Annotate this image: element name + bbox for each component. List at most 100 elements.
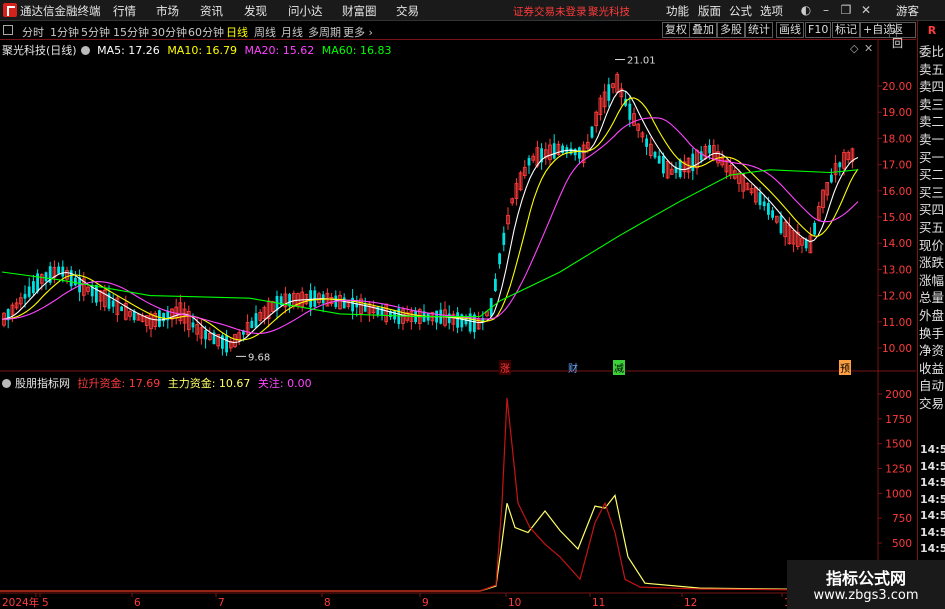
price-tick-label: 18.00 — [882, 133, 912, 145]
ma60-label: MA60: 16.83 — [321, 44, 392, 57]
candle-body-down — [830, 174, 833, 183]
period-intraday[interactable]: 分时 — [22, 24, 44, 40]
side-field-label[interactable]: 自动 — [919, 377, 945, 394]
ma10-line — [2, 97, 859, 341]
diamond-icon[interactable]: ◇ — [850, 42, 858, 55]
side-field-label: 收益 — [919, 360, 945, 376]
menu-quotes[interactable]: 行情 — [113, 3, 136, 19]
indicator-settings-icon[interactable] — [2, 379, 11, 388]
time-axis-label: 11 — [592, 597, 605, 609]
side-field-label: 卖四 — [919, 79, 945, 95]
side-field-label[interactable]: 交易 — [919, 395, 945, 412]
menu-trade[interactable]: 交易 — [396, 3, 419, 19]
side-field-label: 卖五 — [919, 61, 945, 77]
close-small-icon[interactable]: ✕ — [864, 42, 873, 55]
candle-body-down — [758, 192, 762, 206]
indicator-tick-label: 2000 — [885, 389, 912, 401]
side-field-label: 卖一 — [919, 132, 945, 147]
event-flag-forecast[interactable]: 预 — [839, 360, 851, 375]
period-monthly[interactable]: 月线 — [281, 24, 303, 40]
overlay-button[interactable]: 叠加 — [689, 22, 717, 38]
pull-funds-label: 拉升资金: 17.69 — [77, 377, 161, 390]
main-funds-line — [0, 494, 879, 592]
period-60min[interactable]: 60分钟 — [188, 24, 224, 40]
indicator-tick-label: 1500 — [885, 439, 912, 451]
period-15min[interactable]: 15分钟 — [113, 24, 149, 40]
restore-icon[interactable]: ❐ — [838, 2, 854, 18]
period-5min[interactable]: 5分钟 — [81, 24, 110, 40]
period-1min[interactable]: 1分钟 — [50, 24, 79, 40]
menu-layout[interactable]: 版面 — [698, 3, 721, 19]
event-flag-financial[interactable]: 财 — [567, 360, 579, 375]
period-multi[interactable]: 多周期 — [308, 24, 341, 40]
tick-time: 14:56 — [920, 492, 945, 506]
settings-circle-icon[interactable] — [80, 46, 90, 55]
stats-button[interactable]: 统计 — [745, 22, 773, 38]
tick-time: 14:56 — [920, 476, 945, 489]
user-guest[interactable]: 游客 — [896, 3, 919, 19]
menu-xiaoda[interactable]: 问小达 — [288, 3, 323, 19]
pull-funds-line — [0, 397, 879, 592]
menu-discover[interactable]: 发现 — [244, 3, 267, 19]
adjust-button[interactable]: 复权 — [662, 22, 690, 38]
mark-button[interactable]: 标记 — [832, 22, 860, 38]
side-field-label: 买三 — [919, 184, 945, 200]
current-stock-name: 聚光科技 — [588, 6, 630, 18]
candle-body-down — [456, 312, 459, 328]
candle-body-down — [225, 335, 228, 353]
candle-body-down — [691, 153, 695, 172]
multi-stock-button[interactable]: 多股 — [717, 22, 745, 38]
skin-icon[interactable]: ◐ — [798, 2, 814, 18]
price-tick-label: 15.00 — [882, 212, 912, 224]
menu-options[interactable]: 选项 — [760, 3, 783, 19]
event-flag-limit-up[interactable]: 涨 — [499, 360, 511, 375]
period-more[interactable]: 更多 › — [343, 24, 373, 40]
menu-market[interactable]: 市场 — [156, 3, 179, 19]
tick-time: 14:56 — [920, 459, 945, 473]
price-tick-label: 13.00 — [882, 264, 912, 276]
app-logo-icon — [3, 3, 17, 17]
candle-body-down — [61, 266, 65, 277]
time-axis-label: 9 — [422, 597, 429, 609]
menu-formula[interactable]: 公式 — [729, 3, 752, 19]
menu-news[interactable]: 资讯 — [200, 3, 223, 19]
draw-line-button[interactable]: 画线 — [776, 22, 804, 38]
candle-body-down — [23, 293, 27, 299]
f10-button[interactable]: F10 — [805, 22, 832, 38]
period-30min[interactable]: 30分钟 — [151, 24, 187, 40]
app-title: 通达信金融终端 — [20, 4, 101, 18]
close-icon[interactable]: ✕ — [858, 2, 874, 18]
candle-body-down — [158, 310, 161, 327]
minimize-icon[interactable]: – — [818, 2, 834, 18]
tick-time: 14:56 — [920, 525, 945, 539]
candle-body-down — [191, 322, 195, 328]
price-tick-label: 16.00 — [882, 186, 912, 198]
stock-title: 聚光科技(日线) — [2, 44, 77, 57]
candle-body-down — [95, 284, 98, 303]
back-button[interactable]: 返回 — [889, 22, 916, 50]
tick-time: 14:56 — [920, 542, 945, 555]
period-weekly[interactable]: 周线 — [254, 24, 276, 40]
ma10-label: MA10: 16.79 — [167, 44, 238, 57]
candle-body-down — [552, 143, 556, 159]
indicator-tick-label: 1250 — [885, 464, 912, 476]
indicator-tick-label: 750 — [892, 513, 912, 525]
time-axis-label: 12 — [684, 597, 697, 609]
ma5-line — [1, 89, 859, 344]
menu-wealth-circle[interactable]: 财富圈 — [342, 3, 377, 19]
main-chart-header: 聚光科技(日线) MA5: 17.26 MA10: 16.79 MA20: 15… — [2, 42, 395, 58]
candle-body-down — [254, 313, 258, 328]
candle-body-down — [111, 300, 115, 307]
event-flag-reduce[interactable]: 减 — [613, 360, 625, 375]
period-daily[interactable]: 日线 — [226, 24, 248, 40]
top-menu-bar: 通达信金融终端 行情 市场 资讯 发现 问小达 财富圈 交易 证券交易未登录 聚… — [0, 0, 945, 21]
indicator-title: 股朋指标网 — [15, 377, 70, 390]
side-panel-flag[interactable]: R — [918, 21, 945, 40]
panel-toggle-icon[interactable] — [3, 25, 13, 35]
menu-functions[interactable]: 功能 — [666, 3, 689, 19]
candle-body-down — [447, 313, 451, 324]
candle-body-down — [527, 157, 531, 166]
watermark-title: 指标公式网 — [825, 569, 906, 588]
kline-chart[interactable]: 20.00 19.00 18.00 17.00 16.00 15.00 14.00 13.00… — [0, 40, 916, 609]
trade-login-notice[interactable]: 证券交易未登录 — [513, 4, 587, 19]
